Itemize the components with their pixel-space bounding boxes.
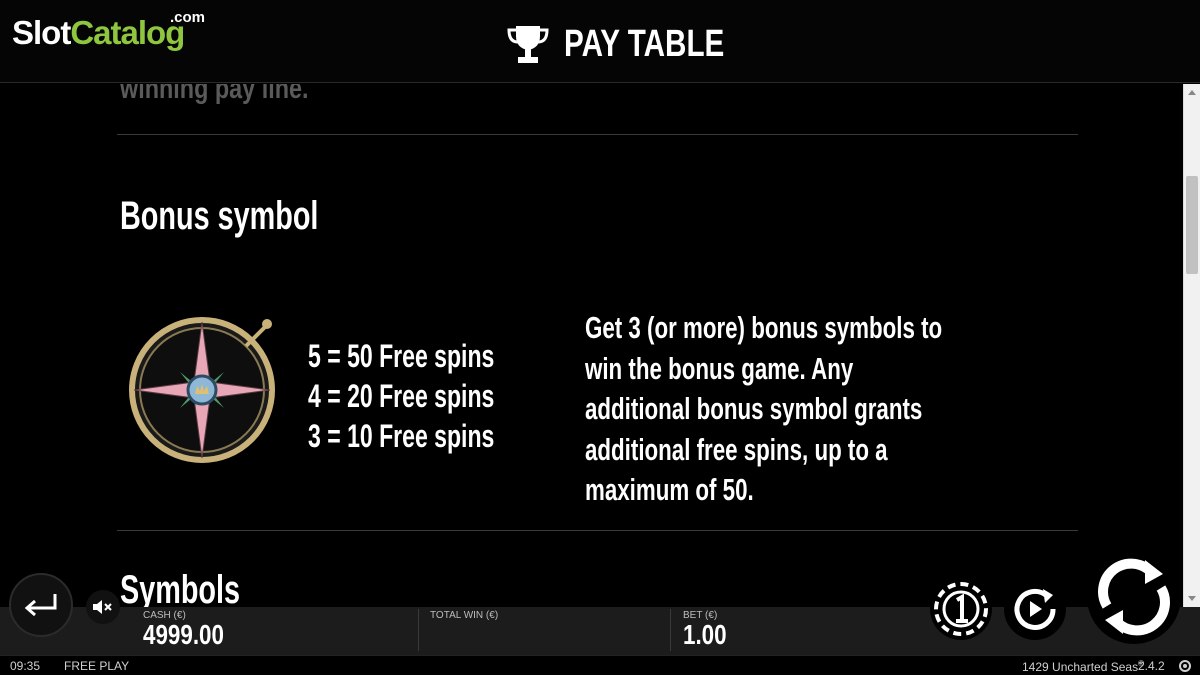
payout-line: 5 = 50 Free spins bbox=[308, 338, 495, 374]
description-line: win the bonus game. Any bbox=[585, 350, 854, 386]
back-button[interactable] bbox=[9, 573, 73, 637]
payout-line: 4 = 20 Free spins bbox=[308, 378, 495, 414]
description-line: additional bonus symbol grants bbox=[585, 391, 923, 426]
page-title: PAY TABLE bbox=[564, 22, 725, 65]
bonus-payouts: 5 = 50 Free spins 4 = 20 Free spins 3 = … bbox=[308, 336, 567, 456]
bar-separator bbox=[418, 609, 419, 651]
autoplay-icon bbox=[1014, 588, 1056, 630]
section-divider bbox=[117, 530, 1078, 531]
description-line: maximum of 50. bbox=[585, 472, 754, 507]
trophy-icon bbox=[507, 26, 549, 63]
spin-button[interactable] bbox=[1087, 550, 1181, 644]
description-line: Get 3 (or more) bonus symbols to bbox=[585, 310, 943, 345]
compass-rose-icon bbox=[129, 317, 275, 463]
scroll-up-arrow[interactable] bbox=[1188, 90, 1196, 95]
game-name: 1429 Uncharted Seas® bbox=[1022, 659, 1144, 674]
payout-line: 3 = 10 Free spins bbox=[308, 418, 495, 454]
bar-separator bbox=[670, 609, 671, 651]
cash-value: 4999.00 bbox=[143, 619, 224, 650]
game-name-text: 1429 Uncharted Seas bbox=[1022, 660, 1139, 674]
play-mode: FREE PLAY bbox=[64, 659, 130, 673]
previous-section-text: winning pay line. bbox=[120, 84, 309, 105]
mute-button[interactable] bbox=[86, 590, 120, 624]
clock: 09:35 bbox=[10, 659, 41, 673]
back-arrow-icon bbox=[24, 594, 57, 617]
version: 2.4.2 bbox=[1138, 659, 1165, 673]
settings-gear-icon[interactable] bbox=[1178, 659, 1192, 673]
autoplay-button[interactable] bbox=[1004, 578, 1066, 640]
logo-slot-text: Slot bbox=[12, 14, 71, 51]
header: SlotCatalog .com PAY TABLE bbox=[0, 0, 1200, 83]
section-divider bbox=[117, 134, 1078, 135]
bonus-description: Get 3 (or more) bonus symbols to win the… bbox=[585, 308, 945, 511]
scroll-thumb[interactable] bbox=[1186, 176, 1198, 274]
scroll-down-arrow[interactable] bbox=[1188, 596, 1196, 601]
total-win-label: TOTAL WIN (€) bbox=[430, 610, 499, 621]
bonus-section-title: Bonus symbol bbox=[120, 194, 319, 238]
coin-bet-icon bbox=[934, 582, 988, 636]
status-bar: 09:35 FREE PLAY 1429 Uncharted Seas® 2.4… bbox=[0, 655, 1200, 675]
logo-com-text: .com bbox=[170, 9, 206, 26]
spin-icon bbox=[1098, 558, 1170, 636]
paytable-title-group: PAY TABLE bbox=[506, 22, 770, 66]
paytable-content: winning pay line. Bonus symbol 5 = 50 Fr… bbox=[0, 84, 1200, 607]
slotcatalog-logo: SlotCatalog .com bbox=[12, 9, 205, 52]
game-screen: SlotCatalog .com PAY TABLE winning pay l… bbox=[0, 0, 1200, 675]
speaker-muted-icon bbox=[93, 600, 112, 614]
description-line: additional free spins, up to a bbox=[585, 431, 888, 467]
scrollbar[interactable] bbox=[1183, 84, 1200, 607]
bet-value: 1.00 bbox=[683, 619, 727, 650]
logo-catalog-text: Catalog bbox=[70, 14, 185, 51]
bet-button[interactable] bbox=[930, 578, 992, 640]
symbols-section-title: Symbols bbox=[120, 568, 241, 607]
